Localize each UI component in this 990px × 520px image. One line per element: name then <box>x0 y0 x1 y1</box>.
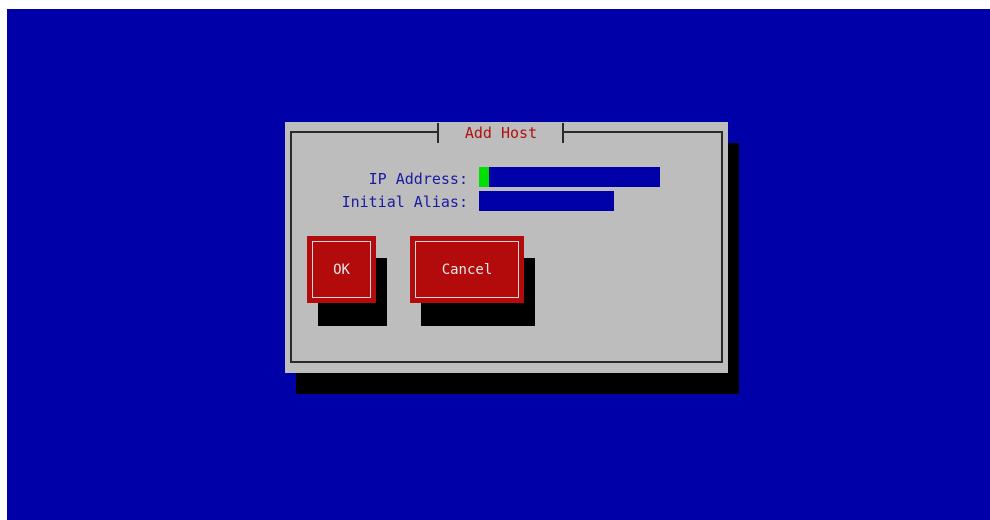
ip-address-input[interactable] <box>479 167 660 187</box>
cancel-button[interactable]: Cancel <box>410 236 524 303</box>
cancel-button-label: Cancel <box>441 261 493 278</box>
ok-button-label: OK <box>333 261 350 278</box>
ok-button[interactable]: OK <box>307 236 376 303</box>
text-cursor <box>479 167 489 187</box>
title-right-tick <box>562 123 564 143</box>
initial-alias-input[interactable] <box>479 191 614 211</box>
dialog-title: Add Host <box>464 124 538 142</box>
title-left-tick <box>437 123 439 143</box>
ip-address-label: IP Address: <box>368 170 468 188</box>
initial-alias-label: Initial Alias: <box>341 193 468 211</box>
